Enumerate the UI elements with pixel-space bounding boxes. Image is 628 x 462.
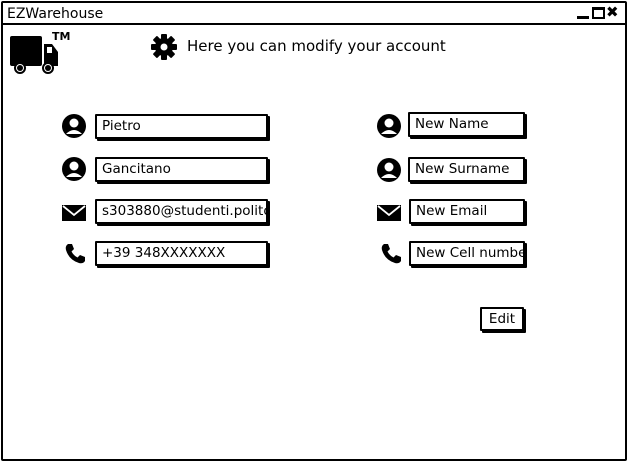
new-surname-input[interactable]: New Surname [408,157,525,182]
current-name-field: Pietro [95,114,268,139]
app-window: EZWarehouse ✖ [1,1,627,461]
window-title: EZWarehouse [7,6,104,22]
new-phone-input[interactable]: New Cell numbe [409,241,525,266]
title-bar: EZWarehouse ✖ [3,3,625,25]
close-button[interactable]: ✖ [606,3,619,21]
new-name-input[interactable]: New Name [408,112,525,137]
user-icon [62,114,86,138]
gear-icon [151,34,177,60]
window-controls: ✖ [577,3,619,21]
envelope-icon [377,205,401,221]
minimize-button[interactable] [577,16,589,19]
phone-icon [65,244,85,264]
user-icon [62,157,86,181]
trademark-label: TM [52,30,71,43]
current-phone-field: +39 348XXXXXXX [95,241,268,266]
page-header: Here you can modify your account [187,37,446,55]
phone-icon [381,244,401,264]
maximize-button[interactable] [592,7,605,19]
current-email-field: s303880@studenti.polito [95,199,268,224]
edit-button[interactable]: Edit [480,307,524,331]
new-email-input[interactable]: New Email [409,199,525,224]
user-icon [377,158,401,182]
user-icon [377,114,401,138]
envelope-icon [62,205,86,221]
current-surname-field: Gancitano [95,157,268,182]
